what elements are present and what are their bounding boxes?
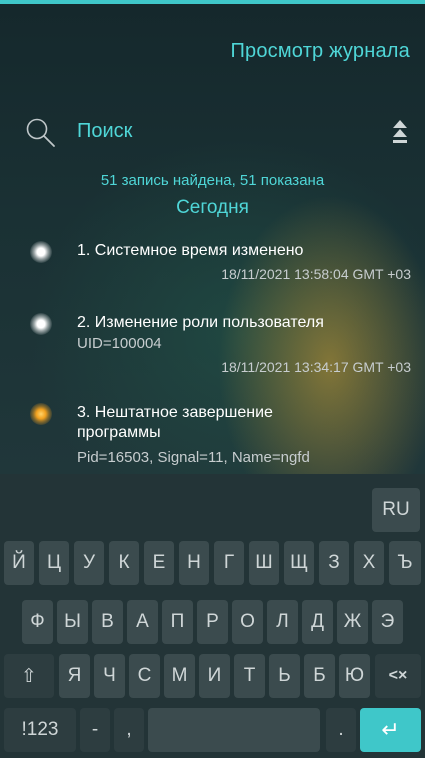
key-letter[interactable]: Б [304,654,335,698]
enter-key[interactable]: ↵ [360,708,421,752]
key-letter[interactable]: Х [354,541,384,585]
key-letter[interactable]: У [74,541,104,585]
shift-key[interactable]: ⇧ [4,654,54,698]
space-key[interactable] [148,708,320,752]
key-letter[interactable]: Т [234,654,265,698]
page-title: Просмотр журнала [230,40,410,62]
key-letter[interactable]: Р [197,600,228,644]
key-letter[interactable]: Й [4,541,34,585]
day-header: Сегодня [176,197,249,218]
key-letter[interactable]: Г [214,541,244,585]
search-label[interactable]: Поиск [77,120,132,143]
entry-title: 2. Изменение роли пользователя [77,314,324,331]
entry-title: 3. Нештатное завершение программы [77,404,273,441]
key-letter[interactable]: Ь [269,654,300,698]
symbols-key[interactable]: !123 [4,708,76,752]
key-letter[interactable]: Е [144,541,174,585]
journal-screen: Просмотр журнала Поиск 51 запись найдена… [0,4,425,474]
key-letter[interactable]: К [109,541,139,585]
key-letter[interactable]: Ж [337,600,368,644]
key-letter[interactable]: Я [59,654,90,698]
key-letter[interactable]: Ш [249,541,279,585]
entry-time: 18/11/2021 13:58:04 GMT +03 [221,266,411,282]
key-letter[interactable]: Щ [284,541,314,585]
key-letter[interactable]: М [164,654,195,698]
key-letter[interactable]: Ъ [389,541,421,585]
results-count: 51 запись найдена, 51 показана [100,172,325,189]
log-entry[interactable]: 2. Изменение роли пользователя UID=10000… [0,309,425,379]
search-icon[interactable] [24,116,56,148]
key-letter[interactable]: Л [267,600,298,644]
key-letter[interactable]: Э [372,600,403,644]
key-letter[interactable]: О [232,600,263,644]
key-letter[interactable]: Ф [22,600,53,644]
key-letter[interactable]: С [129,654,160,698]
log-entry[interactable]: 3. Нештатное завершение программы Pid=16… [0,401,425,473]
key-letter[interactable]: П [162,600,193,644]
key-letter[interactable]: И [199,654,230,698]
key-letter[interactable]: Ю [339,654,370,698]
status-dot-icon [30,241,52,263]
key-letter[interactable]: З [319,541,349,585]
entry-title: 1. Системное время изменено [77,242,304,259]
sort-icon[interactable] [392,118,408,146]
dash-key[interactable]: - [80,708,110,752]
key-letter[interactable]: Н [179,541,209,585]
log-entry[interactable]: 1. Системное время изменено 18/11/2021 1… [0,236,425,296]
comma-key[interactable]: , [114,708,144,752]
on-screen-keyboard: RU Й Ц У К Е Н Г Ш Щ З Х Ъ Ф Ы В А П Р О… [0,474,425,758]
status-dot-icon [30,403,52,425]
key-letter[interactable]: А [127,600,158,644]
entry-detail: Pid=16503, Signal=11, Name=ngfd [77,449,310,466]
key-letter[interactable]: Ц [39,541,69,585]
key-letter[interactable]: Д [302,600,333,644]
key-letter[interactable]: В [92,600,123,644]
entry-detail: UID=100004 [77,335,162,352]
entry-time: 18/11/2021 13:34:17 GMT +03 [221,359,411,375]
key-letter[interactable]: Ы [57,600,88,644]
backspace-key[interactable]: <× [375,654,421,698]
key-language[interactable]: RU [372,488,420,532]
key-letter[interactable]: Ч [94,654,125,698]
status-dot-icon [30,313,52,335]
period-key[interactable]: . [326,708,356,752]
